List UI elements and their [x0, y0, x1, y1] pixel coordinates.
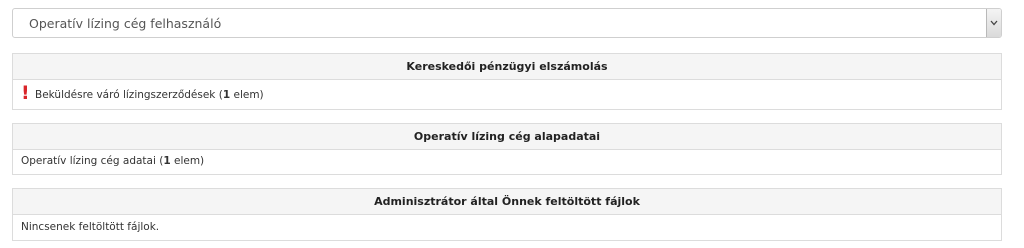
panel-body: ! Beküldésre váró lízingszerződések (1 e… [13, 80, 1001, 109]
leasing-company-data-link[interactable]: Operatív lízing cég adatai (1 elem) [21, 155, 204, 167]
role-select[interactable]: Operatív lízing cég felhasználó [12, 8, 1002, 38]
pending-leasing-contracts-link[interactable]: Beküldésre váró lízingszerződések (1 ele… [35, 89, 264, 101]
item-label: Beküldésre váró lízingszerződések ( [35, 89, 223, 101]
panel-body: Operatív lízing cég adatai (1 elem) [13, 150, 1001, 174]
item-suffix: elem) [230, 89, 264, 101]
chevron-down-icon [990, 20, 998, 26]
role-select-toggle[interactable] [986, 9, 1001, 37]
panel-dealer-financial-settlement: Kereskedői pénzügyi elszámolás ! Beküldé… [12, 53, 1002, 110]
panel-body: Nincsenek feltöltött fájlok. [13, 215, 1001, 240]
item-suffix: elem) [170, 155, 205, 167]
role-select-value: Operatív lízing cég felhasználó [29, 16, 222, 31]
panel-leasing-company-basic-data: Operatív lízing cég alapadatai Operatív … [12, 123, 1002, 175]
empty-files-message: Nincsenek feltöltött fájlok. [21, 221, 160, 233]
exclamation-icon: ! [21, 82, 30, 104]
panel-title: Operatív lízing cég alapadatai [13, 124, 1001, 150]
item-label: Operatív lízing cég adatai ( [21, 155, 164, 167]
panel-title: Adminisztrátor által Önnek feltöltött fá… [13, 189, 1001, 215]
item-count: 1 [163, 155, 171, 167]
panel-admin-uploaded-files: Adminisztrátor által Önnek feltöltött fá… [12, 188, 1002, 241]
panel-title: Kereskedői pénzügyi elszámolás [13, 54, 1001, 80]
